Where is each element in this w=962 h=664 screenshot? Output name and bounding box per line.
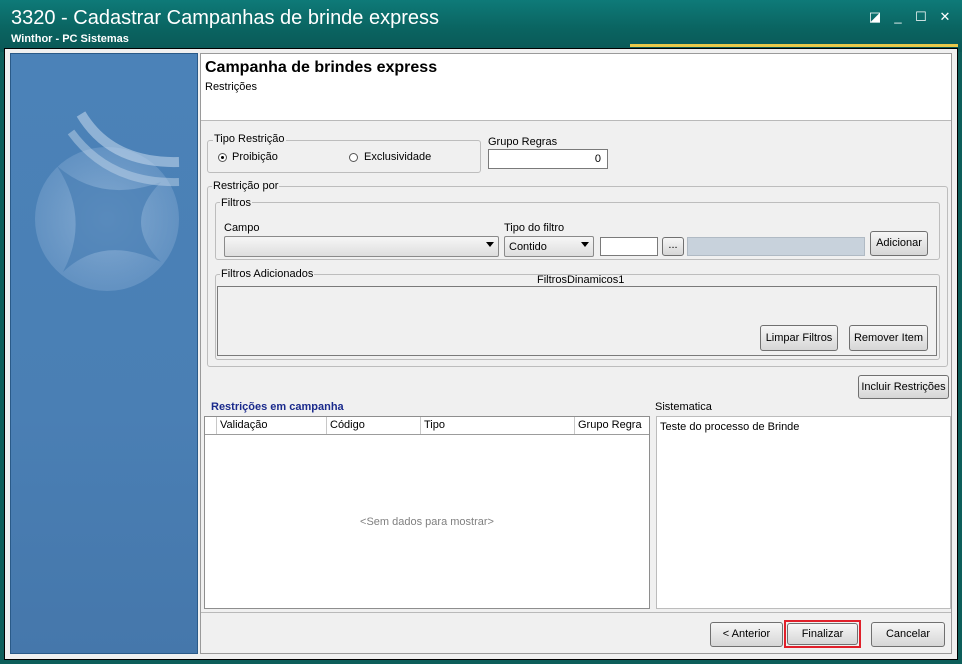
incluir-restricoes-button[interactable]: Incluir Restrições bbox=[858, 375, 949, 399]
maximize-icon[interactable]: ☐ bbox=[912, 9, 930, 25]
limpar-filtros-button[interactable]: Limpar Filtros bbox=[760, 325, 838, 351]
ellipsis-button[interactable]: ... bbox=[662, 237, 684, 256]
cancelar-button[interactable]: Cancelar bbox=[871, 622, 945, 647]
campo-select[interactable] bbox=[224, 236, 499, 257]
remover-item-button[interactable]: Remover Item bbox=[849, 325, 928, 351]
winthor-logo-icon bbox=[35, 111, 180, 291]
column-grupo-regra[interactable]: Grupo Regra bbox=[575, 417, 649, 434]
grupo-regras-input[interactable]: 0 bbox=[488, 149, 608, 169]
window-subtitle: Winthor - PC Sistemas bbox=[11, 33, 129, 45]
anterior-button[interactable]: < Anterior bbox=[710, 622, 783, 647]
chevron-down-icon bbox=[486, 242, 494, 247]
campo-label: Campo bbox=[224, 222, 260, 234]
sistematica-textarea[interactable]: Teste do processo de Brinde bbox=[656, 416, 951, 609]
column-codigo[interactable]: Código bbox=[327, 417, 421, 434]
limpar-filtros-label: Limpar Filtros bbox=[765, 332, 833, 344]
chevron-down-icon bbox=[581, 242, 589, 247]
finalizar-label: Finalizar bbox=[801, 628, 844, 640]
restore-icon[interactable]: ◪ bbox=[866, 9, 884, 25]
grid-empty-text: <Sem dados para mostrar> bbox=[360, 516, 494, 528]
adicionar-button[interactable]: Adicionar bbox=[870, 231, 928, 256]
tipo-filtro-label: Tipo do filtro bbox=[504, 222, 565, 234]
grid-header: Validação Código Tipo Grupo Regra bbox=[205, 417, 649, 435]
title-accent-line bbox=[630, 44, 958, 47]
page-title: Campanha de brindes express bbox=[205, 59, 438, 76]
window-title: 3320 - Cadastrar Campanhas de brinde exp… bbox=[11, 7, 440, 29]
tipo-filtro-select[interactable]: Contido bbox=[504, 236, 594, 257]
minimize-icon[interactable]: _ bbox=[889, 9, 907, 25]
proibicao-label[interactable]: Proibição bbox=[232, 151, 278, 163]
restricao-por-legend: Restrição por bbox=[212, 180, 280, 192]
proibicao-radio[interactable] bbox=[218, 153, 227, 162]
anterior-label: < Anterior bbox=[722, 628, 771, 640]
close-icon[interactable]: ✕ bbox=[936, 9, 954, 25]
grupo-regras-label: Grupo Regras bbox=[488, 136, 558, 148]
adicionar-button-label: Adicionar bbox=[876, 237, 922, 249]
remover-item-label: Remover Item bbox=[853, 332, 924, 344]
grid-indicator-column bbox=[205, 417, 217, 434]
restricoes-title: Restrições em campanha bbox=[211, 401, 344, 413]
tipo-restricao-legend: Tipo Restrição bbox=[213, 133, 286, 145]
tipo-filtro-value: Contido bbox=[509, 241, 547, 253]
footer-divider bbox=[201, 612, 951, 613]
page-subtitle: Restrições bbox=[205, 81, 257, 93]
incluir-restricoes-label: Incluir Restrições bbox=[861, 381, 946, 393]
filtros-dinamicos-caption: FiltrosDinamicos1 bbox=[537, 274, 625, 286]
exclusividade-radio[interactable] bbox=[349, 153, 358, 162]
cancelar-label: Cancelar bbox=[885, 628, 931, 640]
restricoes-grid[interactable]: Validação Código Tipo Grupo Regra <Sem d… bbox=[204, 416, 650, 609]
filtro-valor-input[interactable] bbox=[600, 237, 658, 256]
filtro-valor-display bbox=[687, 237, 865, 256]
column-validacao[interactable]: Validação bbox=[217, 417, 327, 434]
column-tipo[interactable]: Tipo bbox=[421, 417, 575, 434]
exclusividade-label[interactable]: Exclusividade bbox=[364, 151, 431, 163]
filtros-legend: Filtros bbox=[220, 197, 252, 209]
filtros-adicionados-legend: Filtros Adicionados bbox=[220, 268, 315, 280]
finalizar-button[interactable]: Finalizar bbox=[787, 623, 858, 645]
sistematica-label: Sistematica bbox=[655, 401, 712, 413]
wizard-sidebar bbox=[10, 53, 198, 654]
